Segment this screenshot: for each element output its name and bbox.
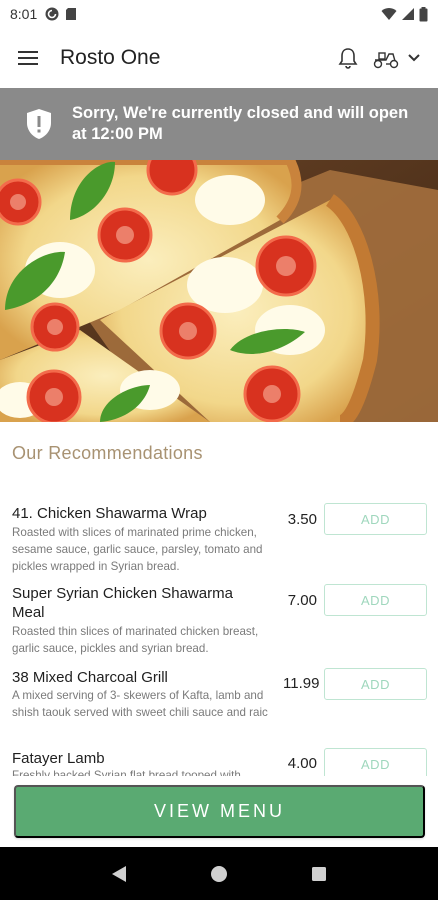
home-circle-icon[interactable] <box>210 865 228 883</box>
view-menu-button[interactable]: VIEW MENU <box>14 785 425 838</box>
recommendations-title: Our Recommendations <box>12 443 203 463</box>
item-description: Freshly backed Syrian flat bread tooped … <box>12 769 241 776</box>
list-item[interactable]: 38 Mixed Charcoal Grill A mixed serving … <box>0 666 438 746</box>
list-item[interactable]: Super Syrian Chicken Shawarma Meal Roast… <box>0 582 438 662</box>
delivery-mode-selector[interactable] <box>372 47 420 69</box>
add-button[interactable]: ADD <box>324 748 427 776</box>
status-time: 8:01 <box>10 6 38 22</box>
hero-pizza-image <box>0 160 438 422</box>
battery-icon <box>419 6 428 21</box>
item-name: 38 Mixed Charcoal Grill <box>12 669 168 686</box>
hamburger-menu-icon[interactable] <box>18 50 38 66</box>
item-price: 3.50 <box>287 511 317 528</box>
pocket-casts-icon <box>45 7 59 21</box>
app-bar: Rosto One <box>0 28 438 88</box>
status-bar: 8:01 <box>0 0 438 28</box>
list-item[interactable]: Fatayer Lamb Freshly backed Syrian flat … <box>0 746 438 776</box>
bell-icon[interactable] <box>338 47 358 69</box>
shield-alert-icon <box>27 109 51 139</box>
item-name: Super Syrian Chicken Shawarma Meal <box>12 585 233 621</box>
item-name: 41. Chicken Shawarma Wrap <box>12 505 207 522</box>
recommendations-list[interactable]: 41. Chicken Shawarma Wrap Roasted with s… <box>0 500 438 776</box>
item-price: 7.00 <box>287 592 317 609</box>
pizza-image <box>0 160 438 422</box>
chevron-down-icon <box>408 54 420 62</box>
signal-icon <box>402 8 414 20</box>
closed-banner: Sorry, We're currently closed and will o… <box>0 88 438 160</box>
back-triangle-icon[interactable] <box>111 865 127 883</box>
scooter-icon <box>373 52 399 69</box>
list-item[interactable]: 41. Chicken Shawarma Wrap Roasted with s… <box>0 500 438 580</box>
add-button[interactable]: ADD <box>324 584 427 616</box>
item-description: A mixed serving of 3- skewers of Kafta, … <box>12 689 268 719</box>
item-price: 4.00 <box>287 755 317 772</box>
closed-message: Sorry, We're currently closed and will o… <box>72 104 409 143</box>
system-nav-bar <box>0 847 438 900</box>
add-button[interactable]: ADD <box>324 503 427 535</box>
item-description: Roasted thin slices of marinated chicken… <box>12 625 259 655</box>
item-description: Roasted with slices of marinated prime c… <box>12 526 263 573</box>
restaurant-title: Rosto One <box>60 46 161 69</box>
sd-card-icon <box>66 8 77 20</box>
item-price: 11.99 <box>283 675 320 692</box>
add-button[interactable]: ADD <box>324 668 427 700</box>
item-name: Fatayer Lamb <box>12 750 105 767</box>
recents-square-icon[interactable] <box>311 866 327 882</box>
wifi-icon <box>381 8 397 20</box>
